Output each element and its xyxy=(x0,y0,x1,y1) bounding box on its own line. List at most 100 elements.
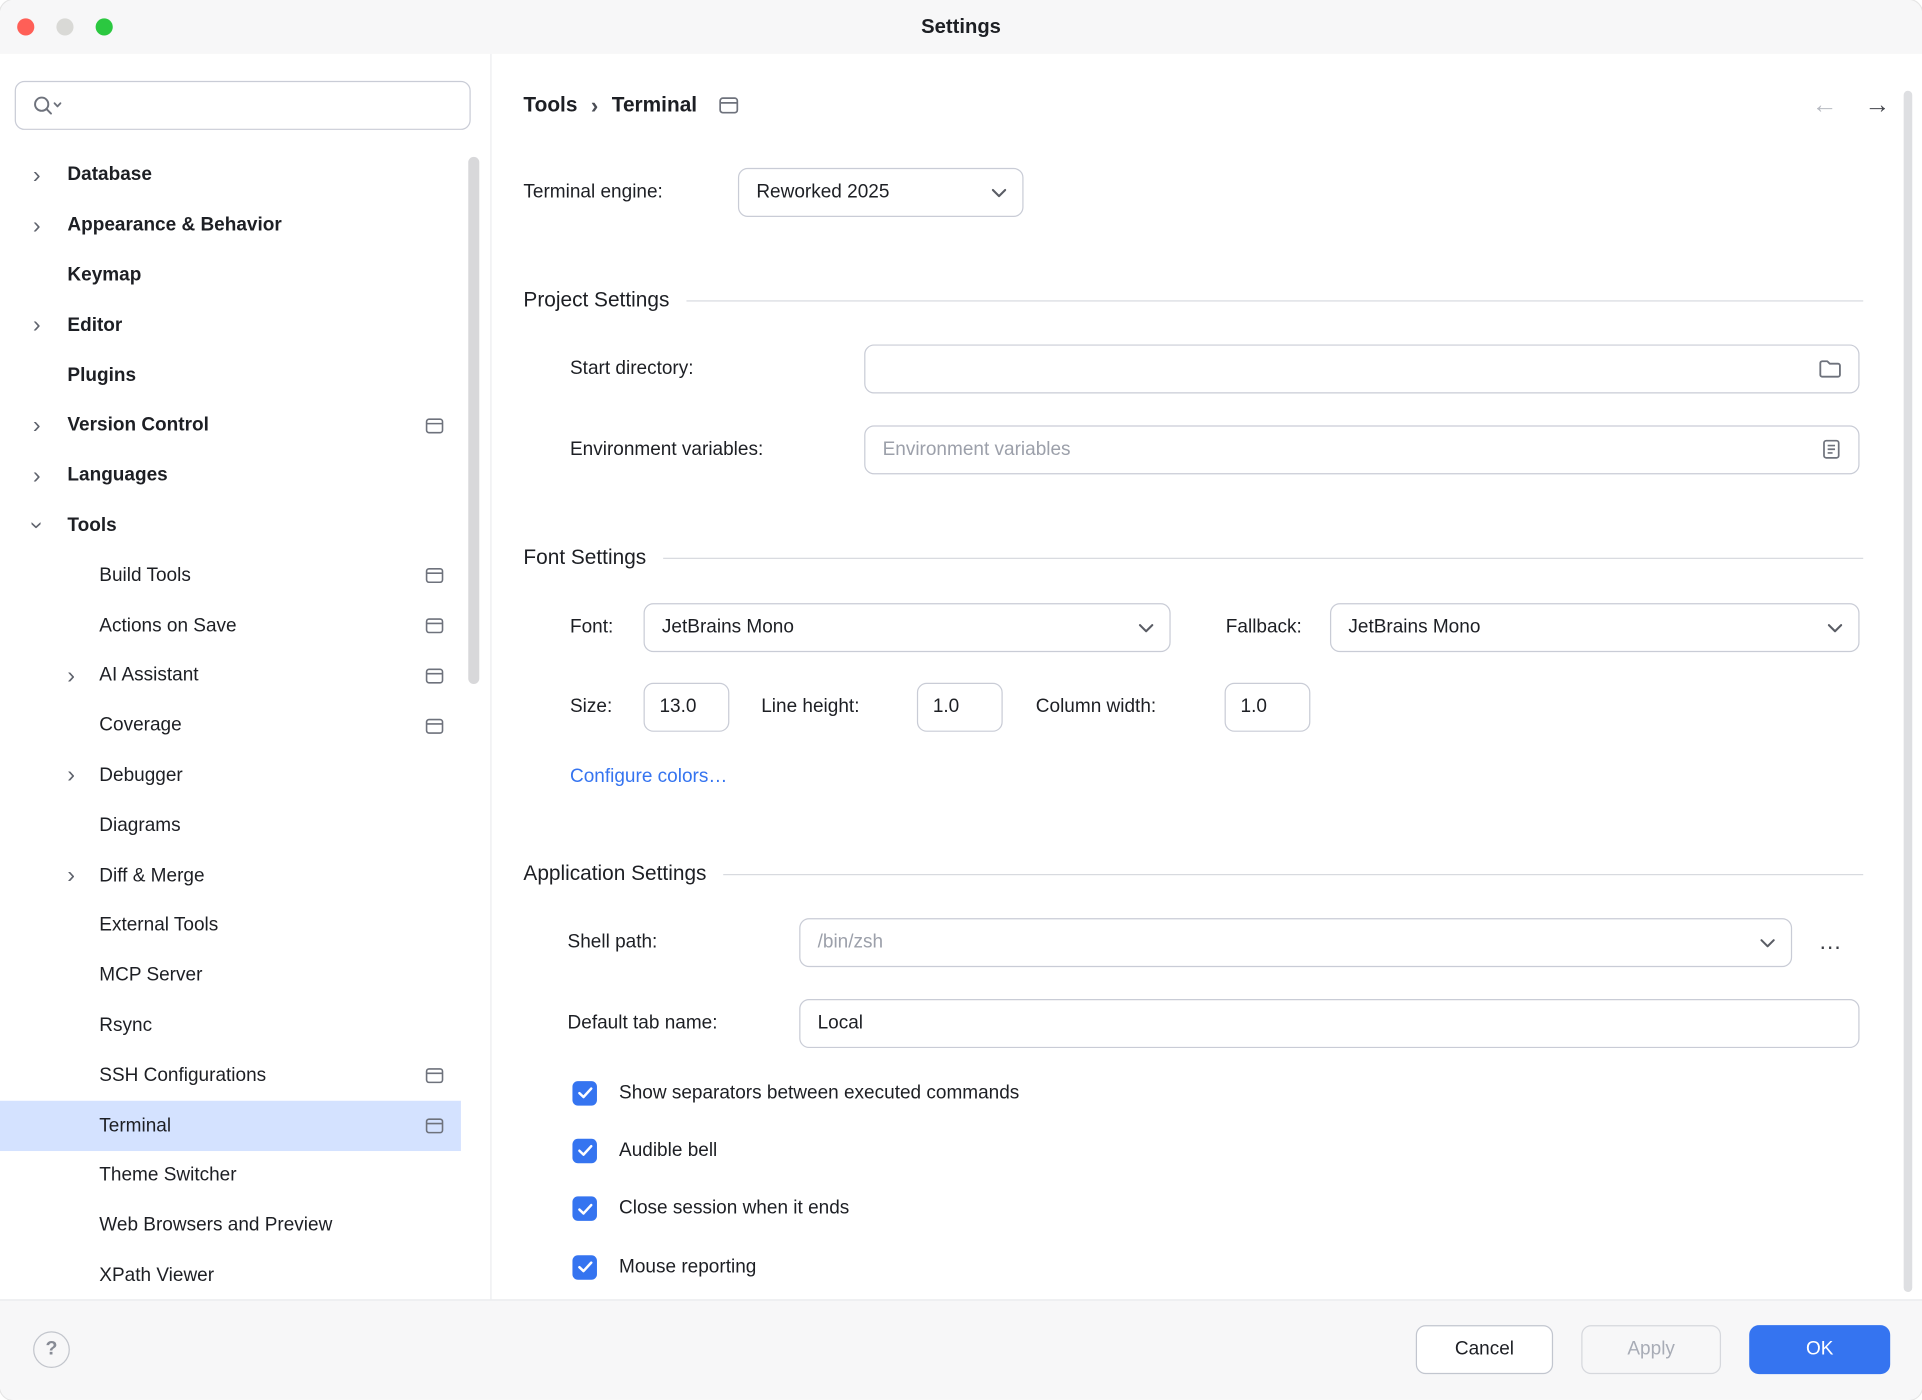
sidebar-item-label: Diff & Merge xyxy=(99,865,204,887)
apply-button[interactable]: Apply xyxy=(1581,1325,1721,1374)
search-input[interactable] xyxy=(72,82,454,129)
checkbox-row-show-separators-between-executed-commands: Show separators between executed command… xyxy=(572,1064,1019,1122)
start-directory-input[interactable] xyxy=(864,344,1859,393)
sidebar-item-theme-switcher[interactable]: Theme Switcher xyxy=(0,1151,461,1201)
terminal-engine-dropdown[interactable]: Reworked 2025 xyxy=(738,168,1024,217)
terminal-engine-value: Reworked 2025 xyxy=(756,181,889,203)
font-dropdown[interactable]: JetBrains Mono xyxy=(644,603,1171,652)
sidebar-scrollbar[interactable] xyxy=(468,157,479,684)
application-settings-section-header: Application Settings xyxy=(523,857,1863,891)
checkbox-label: Audible bell xyxy=(619,1140,717,1162)
shell-path-combobox[interactable]: /bin/zsh xyxy=(799,918,1792,967)
sidebar-divider xyxy=(490,54,491,1299)
cancel-button[interactable]: Cancel xyxy=(1416,1325,1553,1374)
sidebar-item-plugins[interactable]: Plugins xyxy=(0,351,461,401)
section-title: Font Settings xyxy=(523,545,646,570)
sidebar-item-external-tools[interactable]: External Tools xyxy=(0,901,461,951)
checkbox-label: Show separators between executed command… xyxy=(619,1082,1019,1104)
sidebar-item-diff-merge[interactable]: › Diff & Merge xyxy=(0,851,461,901)
breadcrumb-separator-icon: › xyxy=(591,93,598,119)
font-value: JetBrains Mono xyxy=(662,617,794,639)
sidebar-item-diagrams[interactable]: Diagrams xyxy=(0,801,461,851)
sidebar-item-build-tools[interactable]: Build Tools xyxy=(0,551,461,601)
title-bar: Settings xyxy=(0,0,1922,54)
line-height-label: Line height: xyxy=(761,683,859,732)
check-icon xyxy=(577,1202,593,1215)
ok-button[interactable]: OK xyxy=(1749,1325,1890,1374)
sidebar-item-label: Build Tools xyxy=(99,565,191,587)
sidebar-item-label: Theme Switcher xyxy=(99,1165,236,1187)
font-size-input[interactable] xyxy=(644,683,730,732)
chevron-right-icon[interactable]: › xyxy=(27,164,47,187)
sidebar-item-actions-on-save[interactable]: Actions on Save xyxy=(0,601,461,651)
chevron-down-icon[interactable]: › xyxy=(25,516,48,536)
shell-path-browse-button[interactable]: … xyxy=(1802,918,1861,967)
content-scrollbar[interactable] xyxy=(1904,91,1913,1292)
fallback-font-dropdown[interactable]: JetBrains Mono xyxy=(1330,603,1860,652)
sidebar-item-xpath-viewer[interactable]: XPath Viewer xyxy=(0,1251,461,1301)
back-arrow-icon[interactable]: ← xyxy=(1812,91,1838,120)
chevron-down-icon xyxy=(1138,622,1155,633)
default-tab-name-input[interactable] xyxy=(799,999,1859,1048)
chevron-right-icon[interactable]: › xyxy=(61,864,81,887)
settings-tree: ›Database›Appearance & BehaviorKeymap›Ed… xyxy=(0,151,461,1301)
settings-indicator-icon xyxy=(425,618,443,634)
chevron-right-icon[interactable]: › xyxy=(27,414,47,437)
chevron-right-icon[interactable]: › xyxy=(27,464,47,487)
help-icon[interactable]: ? xyxy=(33,1331,70,1368)
checkbox-label: Mouse reporting xyxy=(619,1256,756,1278)
sidebar-item-coverage[interactable]: Coverage xyxy=(0,701,461,751)
sidebar-item-languages[interactable]: ›Languages xyxy=(0,451,461,501)
settings-indicator-icon xyxy=(425,718,443,734)
sidebar-item-label: Editor xyxy=(67,315,122,337)
section-title: Project Settings xyxy=(523,288,669,313)
environment-variables-label: Environment variables: xyxy=(570,425,763,474)
shell-path-label: Shell path: xyxy=(568,918,658,967)
chevron-right-icon[interactable]: › xyxy=(61,764,81,787)
configure-colors-link[interactable]: Configure colors… xyxy=(570,760,727,794)
settings-search-field[interactable] xyxy=(15,81,471,130)
sidebar-item-label: Tools xyxy=(67,515,116,537)
checkbox[interactable] xyxy=(572,1255,597,1280)
sidebar-item-editor[interactable]: › Editor xyxy=(0,301,461,351)
sidebar-item-label: Appearance & Behavior xyxy=(67,215,281,237)
breadcrumb-current: Terminal xyxy=(612,93,697,118)
sidebar-item-database[interactable]: ›Database xyxy=(0,151,461,201)
sidebar-item-label: Keymap xyxy=(67,265,141,287)
font-settings-section-header: Font Settings xyxy=(523,541,1863,575)
chevron-right-icon[interactable]: › xyxy=(27,214,47,237)
sidebar-item-debugger[interactable]: ›Debugger xyxy=(0,751,461,801)
sidebar-item-web-browsers-and-preview[interactable]: Web Browsers and Preview xyxy=(0,1201,461,1251)
history-nav: ← → xyxy=(1812,88,1890,122)
breadcrumb-parent[interactable]: Tools xyxy=(523,93,577,118)
start-directory-label: Start directory: xyxy=(570,344,694,393)
default-tab-name-label: Default tab name: xyxy=(568,999,718,1048)
environment-variables-input[interactable] xyxy=(864,425,1859,474)
checkbox[interactable] xyxy=(572,1197,597,1222)
checkbox-row-close-session-when-it-ends: Close session when it ends xyxy=(572,1180,1019,1238)
line-height-input[interactable] xyxy=(917,683,1003,732)
sidebar-item-appearance-behavior[interactable]: › Appearance & Behavior xyxy=(0,201,461,251)
checkbox-row-audible-bell: Audible bell xyxy=(572,1122,1019,1180)
chevron-right-icon[interactable]: › xyxy=(27,314,47,337)
sidebar-item-version-control[interactable]: ›Version Control xyxy=(0,401,461,451)
checkbox[interactable] xyxy=(572,1081,597,1106)
window-title: Settings xyxy=(0,0,1922,54)
sidebar-item-tools[interactable]: › Tools xyxy=(0,501,461,551)
sidebar-item-mcp-server[interactable]: MCP Server xyxy=(0,951,461,1001)
sidebar-item-keymap[interactable]: Keymap xyxy=(0,251,461,301)
sidebar-item-label: SSH Configurations xyxy=(99,1065,266,1087)
section-title: Application Settings xyxy=(523,862,706,887)
sidebar-item-ssh-configurations[interactable]: SSH Configurations xyxy=(0,1051,461,1101)
sidebar-item-rsync[interactable]: Rsync xyxy=(0,1001,461,1051)
chevron-right-icon[interactable]: › xyxy=(61,664,81,687)
shell-path-value: /bin/zsh xyxy=(818,932,883,954)
checkbox[interactable] xyxy=(572,1139,597,1164)
sidebar-item-label: Terminal xyxy=(99,1115,171,1137)
sidebar-item-label: Rsync xyxy=(99,1015,152,1037)
column-width-input[interactable] xyxy=(1225,683,1311,732)
sidebar-item-terminal[interactable]: Terminal xyxy=(0,1101,461,1151)
check-icon xyxy=(577,1144,593,1157)
sidebar-item-ai-assistant[interactable]: ›AI Assistant xyxy=(0,651,461,701)
forward-arrow-icon[interactable]: → xyxy=(1864,91,1890,120)
